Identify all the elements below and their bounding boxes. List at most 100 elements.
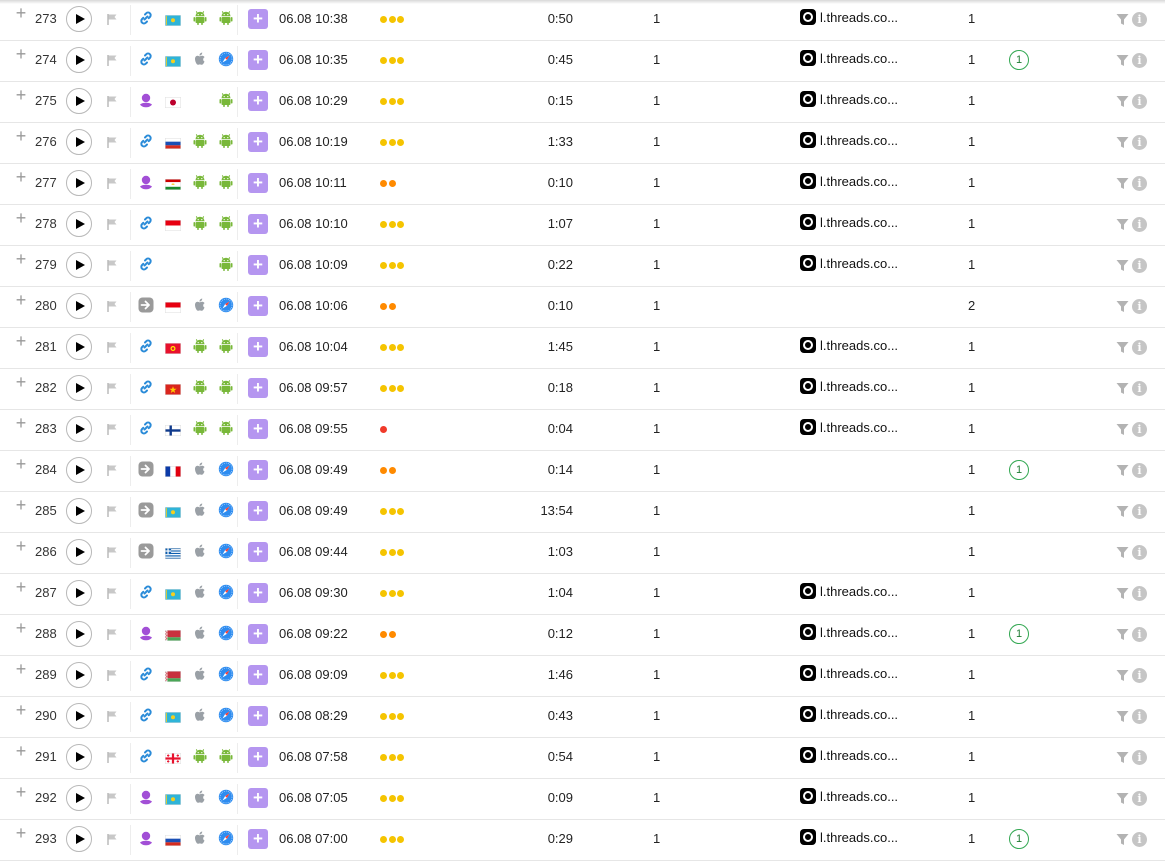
referrer-link[interactable]: l.threads.co... [800, 91, 898, 107]
info-icon[interactable]: i [1132, 135, 1147, 150]
add-tag-button[interactable]: + [248, 665, 268, 685]
add-tag-button[interactable]: + [248, 624, 268, 644]
bookmark-flag-icon[interactable] [106, 791, 118, 804]
info-icon[interactable]: i [1132, 217, 1147, 232]
filter-icon[interactable] [1116, 546, 1129, 559]
info-icon[interactable]: i [1132, 750, 1147, 765]
referrer-link[interactable]: l.threads.co... [800, 665, 898, 681]
play-session-button[interactable] [66, 744, 92, 770]
referrer-link[interactable]: l.threads.co... [800, 214, 898, 230]
filter-icon[interactable] [1116, 382, 1129, 395]
expand-row-plus-icon[interactable]: + [14, 127, 28, 145]
referrer-link[interactable]: l.threads.co... [800, 132, 898, 148]
info-icon[interactable]: i [1132, 340, 1147, 355]
filter-icon[interactable] [1116, 259, 1129, 272]
bookmark-flag-icon[interactable] [106, 832, 118, 845]
play-session-button[interactable] [66, 47, 92, 73]
bookmark-flag-icon[interactable] [106, 299, 118, 312]
referrer-link[interactable]: l.threads.co... [800, 337, 898, 353]
filter-icon[interactable] [1116, 218, 1129, 231]
bookmark-flag-icon[interactable] [106, 340, 118, 353]
bookmark-flag-icon[interactable] [106, 94, 118, 107]
add-tag-button[interactable]: + [248, 91, 268, 111]
add-tag-button[interactable]: + [248, 460, 268, 480]
bookmark-flag-icon[interactable] [106, 586, 118, 599]
bookmark-flag-icon[interactable] [106, 750, 118, 763]
bookmark-flag-icon[interactable] [106, 258, 118, 271]
referrer-link[interactable]: l.threads.co... [800, 747, 898, 763]
referrer-link[interactable]: l.threads.co... [800, 50, 898, 66]
add-tag-button[interactable]: + [248, 9, 268, 29]
expand-row-plus-icon[interactable]: + [14, 578, 28, 596]
filter-icon[interactable] [1116, 54, 1129, 67]
filter-icon[interactable] [1116, 587, 1129, 600]
expand-row-plus-icon[interactable]: + [14, 660, 28, 678]
play-session-button[interactable] [66, 580, 92, 606]
play-session-button[interactable] [66, 457, 92, 483]
referrer-link[interactable]: l.threads.co... [800, 788, 898, 804]
referrer-link[interactable]: l.threads.co... [800, 583, 898, 599]
info-icon[interactable]: i [1132, 832, 1147, 847]
info-icon[interactable]: i [1132, 668, 1147, 683]
play-session-button[interactable] [66, 293, 92, 319]
bookmark-flag-icon[interactable] [106, 504, 118, 517]
info-icon[interactable]: i [1132, 504, 1147, 519]
info-icon[interactable]: i [1132, 586, 1147, 601]
add-tag-button[interactable]: + [248, 583, 268, 603]
bookmark-flag-icon[interactable] [106, 709, 118, 722]
add-tag-button[interactable]: + [248, 829, 268, 849]
play-session-button[interactable] [66, 211, 92, 237]
add-tag-button[interactable]: + [248, 173, 268, 193]
referrer-link[interactable]: l.threads.co... [800, 255, 898, 271]
referrer-link[interactable]: l.threads.co... [800, 419, 898, 435]
info-icon[interactable]: i [1132, 709, 1147, 724]
filter-icon[interactable] [1116, 300, 1129, 313]
bookmark-flag-icon[interactable] [106, 135, 118, 148]
referrer-link[interactable]: l.threads.co... [800, 624, 898, 640]
play-session-button[interactable] [66, 88, 92, 114]
bookmark-flag-icon[interactable] [106, 176, 118, 189]
play-session-button[interactable] [66, 539, 92, 565]
play-session-button[interactable] [66, 375, 92, 401]
bookmark-flag-icon[interactable] [106, 422, 118, 435]
bookmark-flag-icon[interactable] [106, 381, 118, 394]
play-session-button[interactable] [66, 170, 92, 196]
expand-row-plus-icon[interactable]: + [14, 250, 28, 268]
add-tag-button[interactable]: + [248, 419, 268, 439]
referrer-link[interactable]: l.threads.co... [800, 378, 898, 394]
expand-row-plus-icon[interactable]: + [14, 619, 28, 637]
play-session-button[interactable] [66, 621, 92, 647]
play-session-button[interactable] [66, 703, 92, 729]
add-tag-button[interactable]: + [248, 706, 268, 726]
info-icon[interactable]: i [1132, 12, 1147, 27]
play-session-button[interactable] [66, 662, 92, 688]
expand-row-plus-icon[interactable]: + [14, 537, 28, 555]
add-tag-button[interactable]: + [248, 214, 268, 234]
add-tag-button[interactable]: + [248, 132, 268, 152]
filter-icon[interactable] [1116, 95, 1129, 108]
expand-row-plus-icon[interactable]: + [14, 4, 28, 22]
filter-icon[interactable] [1116, 710, 1129, 723]
add-tag-button[interactable]: + [248, 296, 268, 316]
bookmark-flag-icon[interactable] [106, 463, 118, 476]
bookmark-flag-icon[interactable] [106, 53, 118, 66]
referrer-link[interactable]: l.threads.co... [800, 173, 898, 189]
bookmark-flag-icon[interactable] [106, 12, 118, 25]
referrer-link[interactable]: l.threads.co... [800, 829, 898, 845]
expand-row-plus-icon[interactable]: + [14, 332, 28, 350]
filter-icon[interactable] [1116, 423, 1129, 436]
filter-icon[interactable] [1116, 13, 1129, 26]
info-icon[interactable]: i [1132, 463, 1147, 478]
play-session-button[interactable] [66, 334, 92, 360]
play-session-button[interactable] [66, 826, 92, 852]
bookmark-flag-icon[interactable] [106, 668, 118, 681]
referrer-link[interactable]: l.threads.co... [800, 706, 898, 722]
expand-row-plus-icon[interactable]: + [14, 496, 28, 514]
add-tag-button[interactable]: + [248, 501, 268, 521]
expand-row-plus-icon[interactable]: + [14, 701, 28, 719]
expand-row-plus-icon[interactable]: + [14, 168, 28, 186]
info-icon[interactable]: i [1132, 299, 1147, 314]
info-icon[interactable]: i [1132, 176, 1147, 191]
expand-row-plus-icon[interactable]: + [14, 291, 28, 309]
add-tag-button[interactable]: + [248, 378, 268, 398]
